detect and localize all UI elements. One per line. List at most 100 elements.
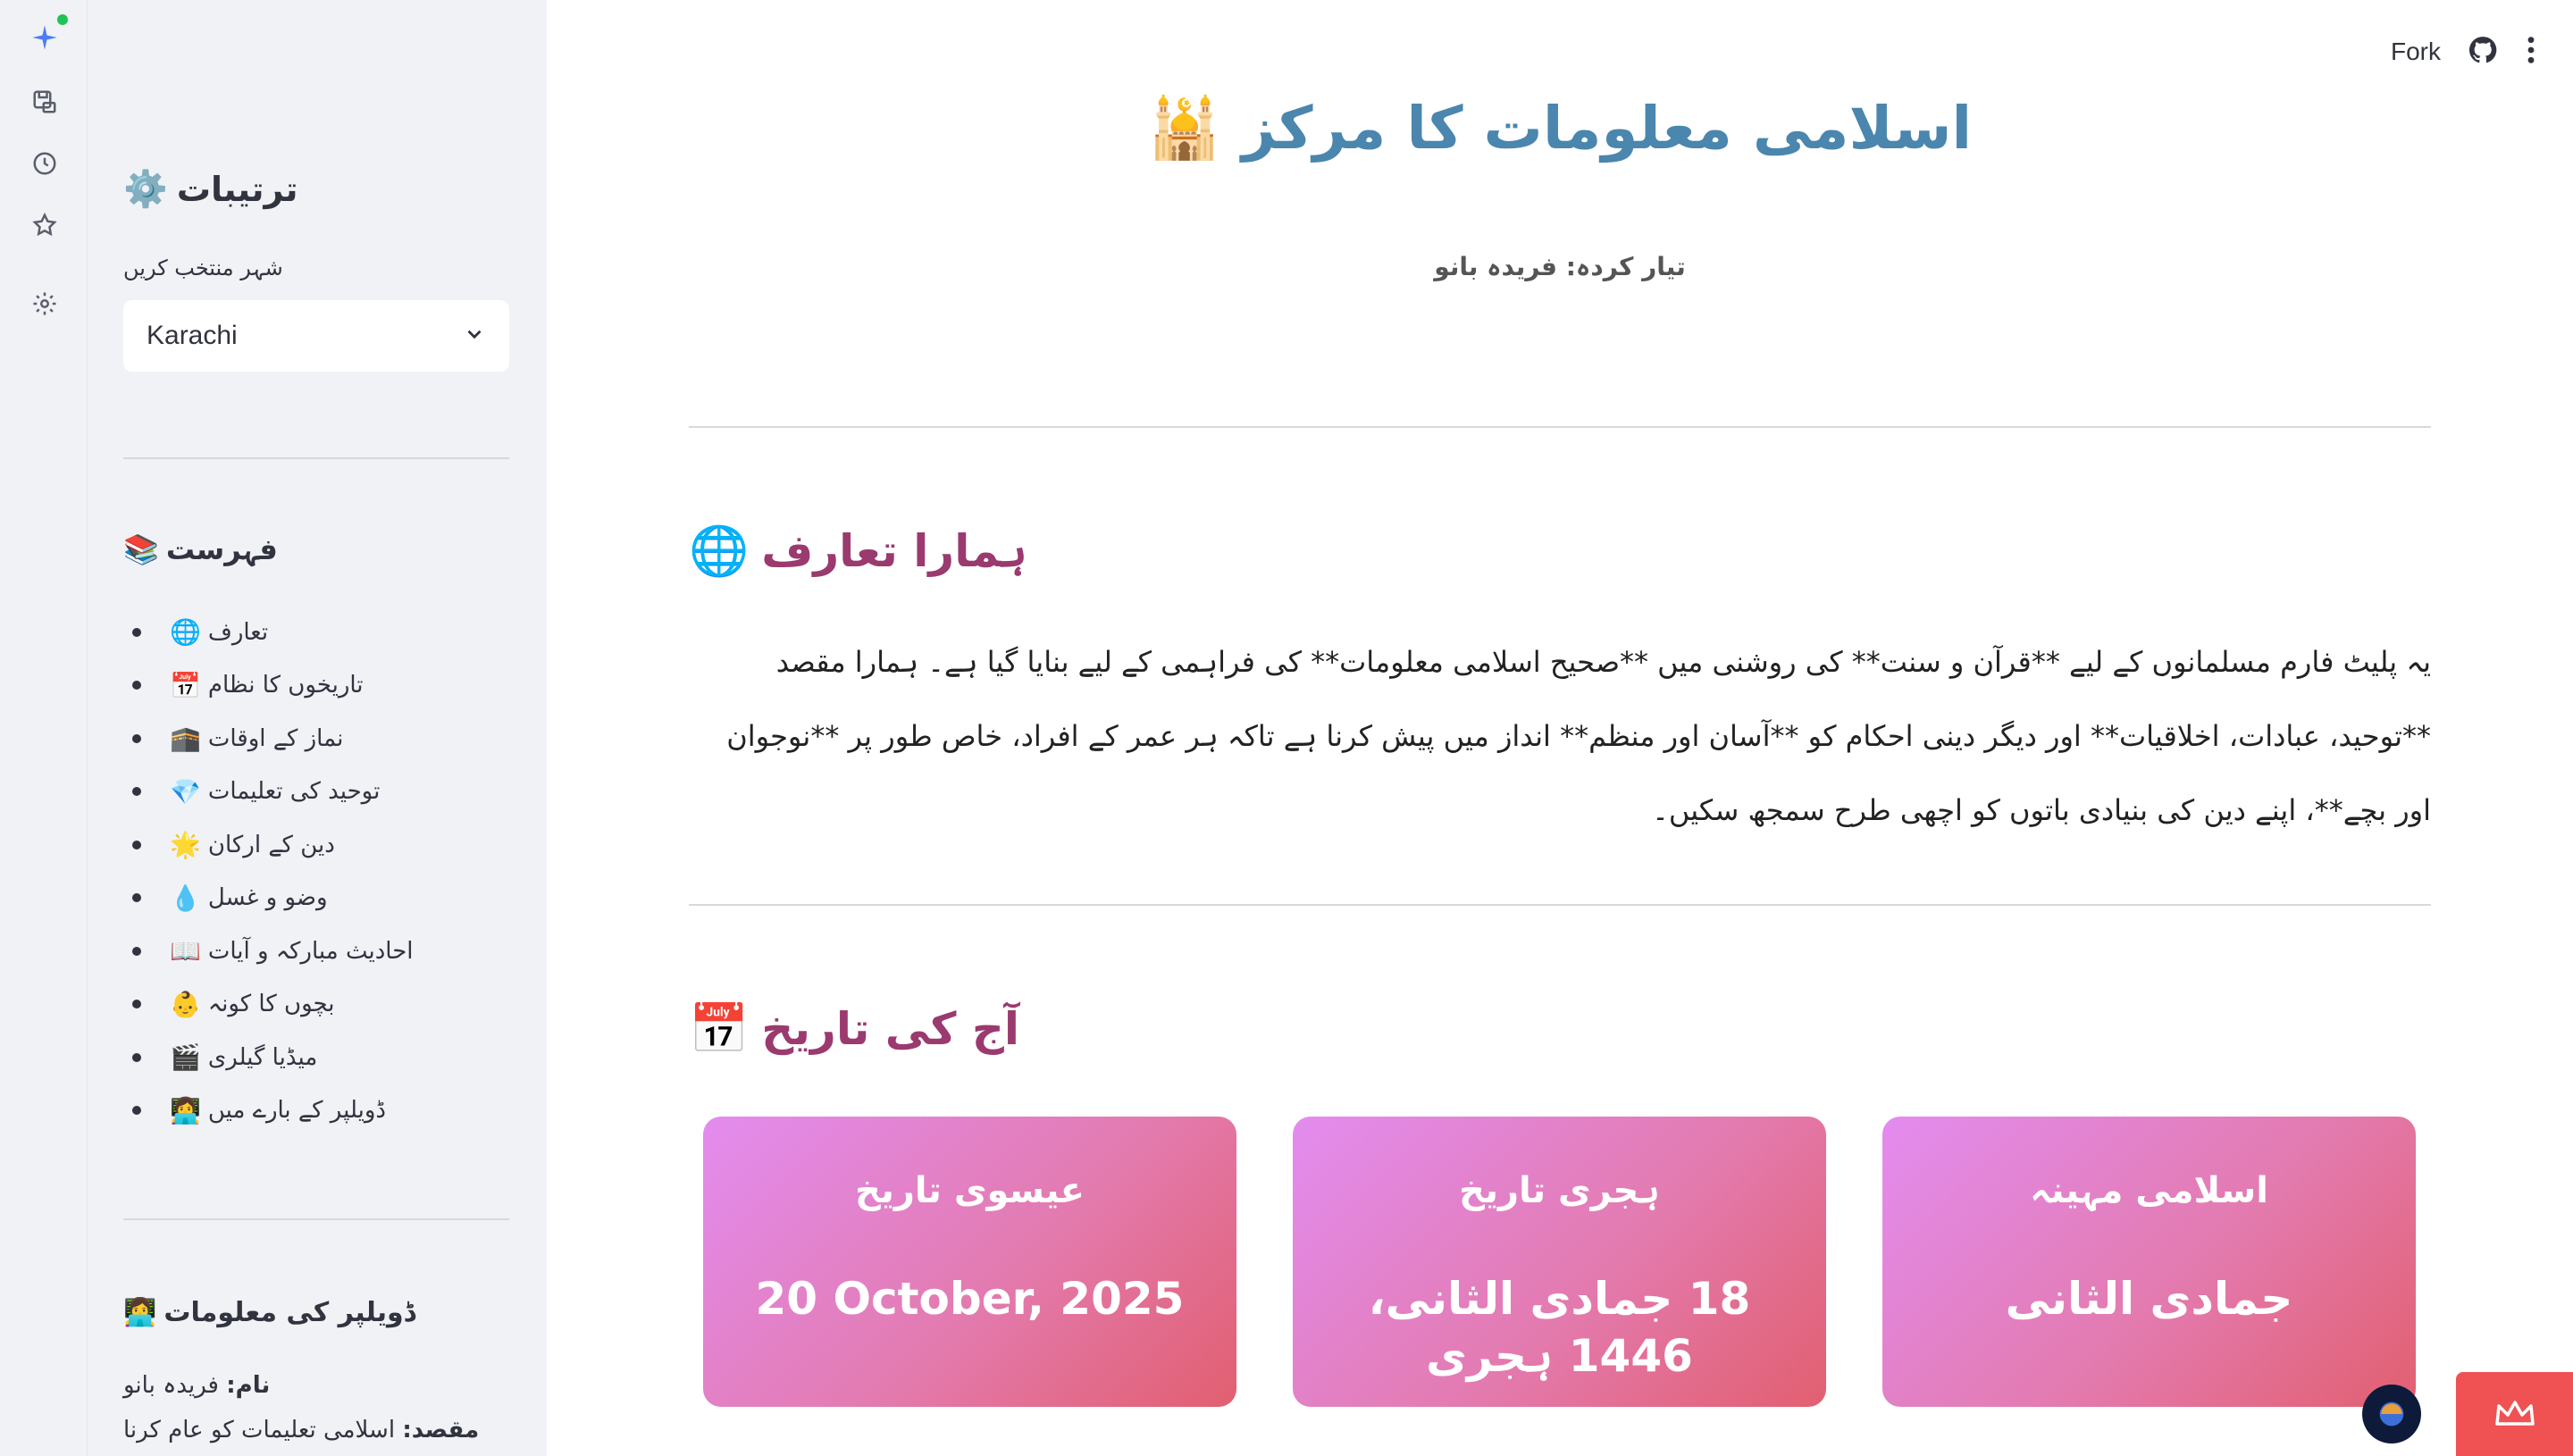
- author-line: تیار کردہ: فریدہ بانو: [1434, 252, 1686, 281]
- calendar-icon: 📅: [689, 1000, 750, 1057]
- toc-item-icon: 📅: [170, 670, 201, 700]
- date-cards: عیسوی تاریخ 20 October, 2025 ہجری تاریخ …: [703, 1117, 2418, 1456]
- toc-item-icon: 📖: [170, 936, 201, 966]
- main-content: Fork اسلامی معلومات کا مرکز 🕌 تیار کردہ:…: [547, 0, 2573, 1456]
- toc-item-label: احادیث مبارکہ و آیات: [207, 937, 414, 965]
- city-select-value: Karachi: [147, 321, 238, 350]
- app-avatar-badge[interactable]: [2362, 1385, 2421, 1443]
- sidebar-divider-2: [123, 1218, 509, 1220]
- chevron-down-icon: [463, 322, 486, 349]
- toc-item-label: دین کے ارکان: [207, 831, 335, 858]
- toc-item[interactable]: 👩‍💻 ڈویلپر کے بارے میں: [123, 1084, 509, 1138]
- bullet-icon: [132, 1106, 141, 1116]
- page-title-text: اسلامی معلومات کا مرکز: [1242, 94, 1973, 163]
- islamic-month-card: اسلامی مہینہ جمادی الثانی: [1882, 1117, 2416, 1407]
- toc-item[interactable]: 📖 احادیث مبارکہ و آیات: [123, 925, 509, 978]
- intro-heading: 🌐 ہمارا تعارف: [689, 523, 1027, 580]
- top-toolbar: Fork: [2305, 0, 2573, 104]
- globe-icon: 🌐: [689, 523, 750, 579]
- toc-item[interactable]: 🌟 دین کے ارکان: [123, 818, 509, 872]
- intro-paragraph: یہ پلیٹ فارم مسلمانوں کے لیے **قرآن و سن…: [726, 645, 2431, 827]
- toc-item[interactable]: 🎬 میڈیا گیلری: [123, 1031, 509, 1084]
- dev-goal: مقصد: اسلامی تعلیمات کو عام کرنا: [123, 1417, 479, 1443]
- toc-item-label: تعارف: [207, 618, 269, 646]
- bullet-icon: [132, 893, 141, 903]
- bullet-icon: [132, 1000, 141, 1009]
- card-value: جمادی الثانی: [2005, 1273, 2293, 1325]
- fork-button[interactable]: Fork: [2391, 38, 2441, 66]
- save-icon[interactable]: [27, 84, 63, 120]
- bullet-icon: [132, 946, 141, 956]
- sparkle-icon[interactable]: [27, 20, 63, 55]
- dev-title: ڈویلپر کی معلومات: [163, 1297, 416, 1328]
- bullet-icon: [132, 787, 141, 797]
- settings-heading: ⚙️ ترتیبات: [123, 168, 509, 210]
- intro-heading-text: ہمارا تعارف: [761, 525, 1027, 577]
- bullet-icon: [132, 681, 141, 690]
- more-menu-icon[interactable]: [2525, 35, 2537, 69]
- toc-item-icon: 💧: [170, 883, 201, 913]
- page-title: اسلامی معلومات کا مرکز 🕌: [547, 94, 2573, 163]
- divider-1: [689, 426, 2431, 428]
- star-icon[interactable]: [27, 207, 63, 243]
- toc-item[interactable]: 🕋 نماز کے اوقات: [123, 712, 509, 766]
- toc-item[interactable]: 💎 توحید کی تعلیمات: [123, 766, 509, 819]
- toc-item-icon: 👩‍💻: [170, 1095, 201, 1125]
- bullet-icon: [132, 840, 141, 849]
- toc-item[interactable]: 📅 تاریخوں کا نظام: [123, 659, 509, 713]
- toc-heading: 📚 فہرست: [123, 532, 509, 566]
- toc-item-icon: 🕋: [170, 724, 201, 754]
- bullet-icon: [132, 733, 141, 743]
- dev-goal-value: اسلامی تعلیمات کو عام کرنا: [123, 1417, 396, 1443]
- toc-item[interactable]: 🌐 تعارف: [123, 606, 509, 659]
- settings-title: ترتیبات: [176, 169, 298, 209]
- toc-title: فہرست: [165, 532, 278, 566]
- sidebar: ⚙️ ترتیبات شہر منتخب کریں Karachi 📚 فہرس…: [88, 0, 547, 1456]
- toc-item-label: تاریخوں کا نظام: [207, 672, 364, 699]
- date-heading-text: آج کی تاریخ: [761, 1003, 1020, 1055]
- dev-name-value: فریدہ بانو: [123, 1372, 219, 1399]
- toc-item-label: نماز کے اوقات: [207, 724, 344, 752]
- github-icon[interactable]: [2468, 35, 2498, 69]
- hijri-date-card: ہجری تاریخ 18 جمادی الثانی، 1446 ہجری: [1293, 1117, 1826, 1407]
- status-dot: [57, 14, 68, 25]
- toc-item[interactable]: 👶 بچوں کا کونہ: [123, 978, 509, 1032]
- toc-item-label: ڈویلپر کے بارے میں: [207, 1097, 386, 1125]
- books-icon: 📚: [123, 532, 159, 566]
- card-value: 18 جمادی الثانی، 1446 ہجری: [1368, 1273, 1751, 1382]
- sidebar-divider: [123, 457, 509, 459]
- toc-item-icon: 🌐: [170, 617, 201, 648]
- history-icon[interactable]: [27, 146, 63, 181]
- developer-icon: 👩‍💻: [123, 1297, 157, 1328]
- card-title: اسلامی مہینہ: [2030, 1170, 2268, 1211]
- toc-item[interactable]: 💧 وضو و غسل: [123, 872, 509, 925]
- streamlit-crown-button[interactable]: [2456, 1372, 2573, 1456]
- dev-name-key: نام:: [226, 1372, 271, 1399]
- card-title: عیسوی تاریخ: [855, 1170, 1085, 1211]
- toc-item-icon: 💎: [170, 776, 201, 807]
- settings-icon[interactable]: [27, 286, 63, 322]
- toc-item-label: وضو و غسل: [207, 884, 328, 912]
- toc-item-label: توحید کی تعلیمات: [207, 778, 381, 806]
- dev-heading: 👩‍💻 ڈویلپر کی معلومات: [123, 1297, 509, 1328]
- gregorian-date-card: عیسوی تاریخ 20 October, 2025: [703, 1117, 1236, 1407]
- gear-icon: ⚙️: [123, 169, 168, 210]
- toc-item-label: میڈیا گیلری: [207, 1043, 318, 1071]
- card-title: ہجری تاریخ: [1459, 1170, 1660, 1211]
- card-value: 20 October, 2025: [755, 1273, 1185, 1325]
- bullet-icon: [132, 1052, 141, 1062]
- date-heading: 📅 آج کی تاریخ: [689, 1000, 1019, 1058]
- icon-rail: [0, 0, 88, 1456]
- toc-item-label: بچوں کا کونہ: [207, 991, 335, 1018]
- city-label: شہر منتخب کریں: [123, 255, 283, 280]
- dev-goal-key: مقصد:: [402, 1417, 480, 1443]
- toc-item-icon: 👶: [170, 989, 201, 1019]
- city-select[interactable]: Karachi: [123, 300, 509, 372]
- toc-item-icon: 🎬: [170, 1042, 201, 1073]
- toc-item-icon: 🌟: [170, 830, 201, 860]
- dev-name: نام: فریدہ بانو: [123, 1372, 270, 1399]
- bullet-icon: [132, 627, 141, 637]
- toc-list: 🌐 تعارف 📅 تاریخوں کا نظام 🕋 نماز کے اوقات 💎 توح…: [123, 606, 509, 1137]
- mosque-icon: 🕌: [1147, 94, 1222, 163]
- divider-2: [689, 904, 2431, 906]
